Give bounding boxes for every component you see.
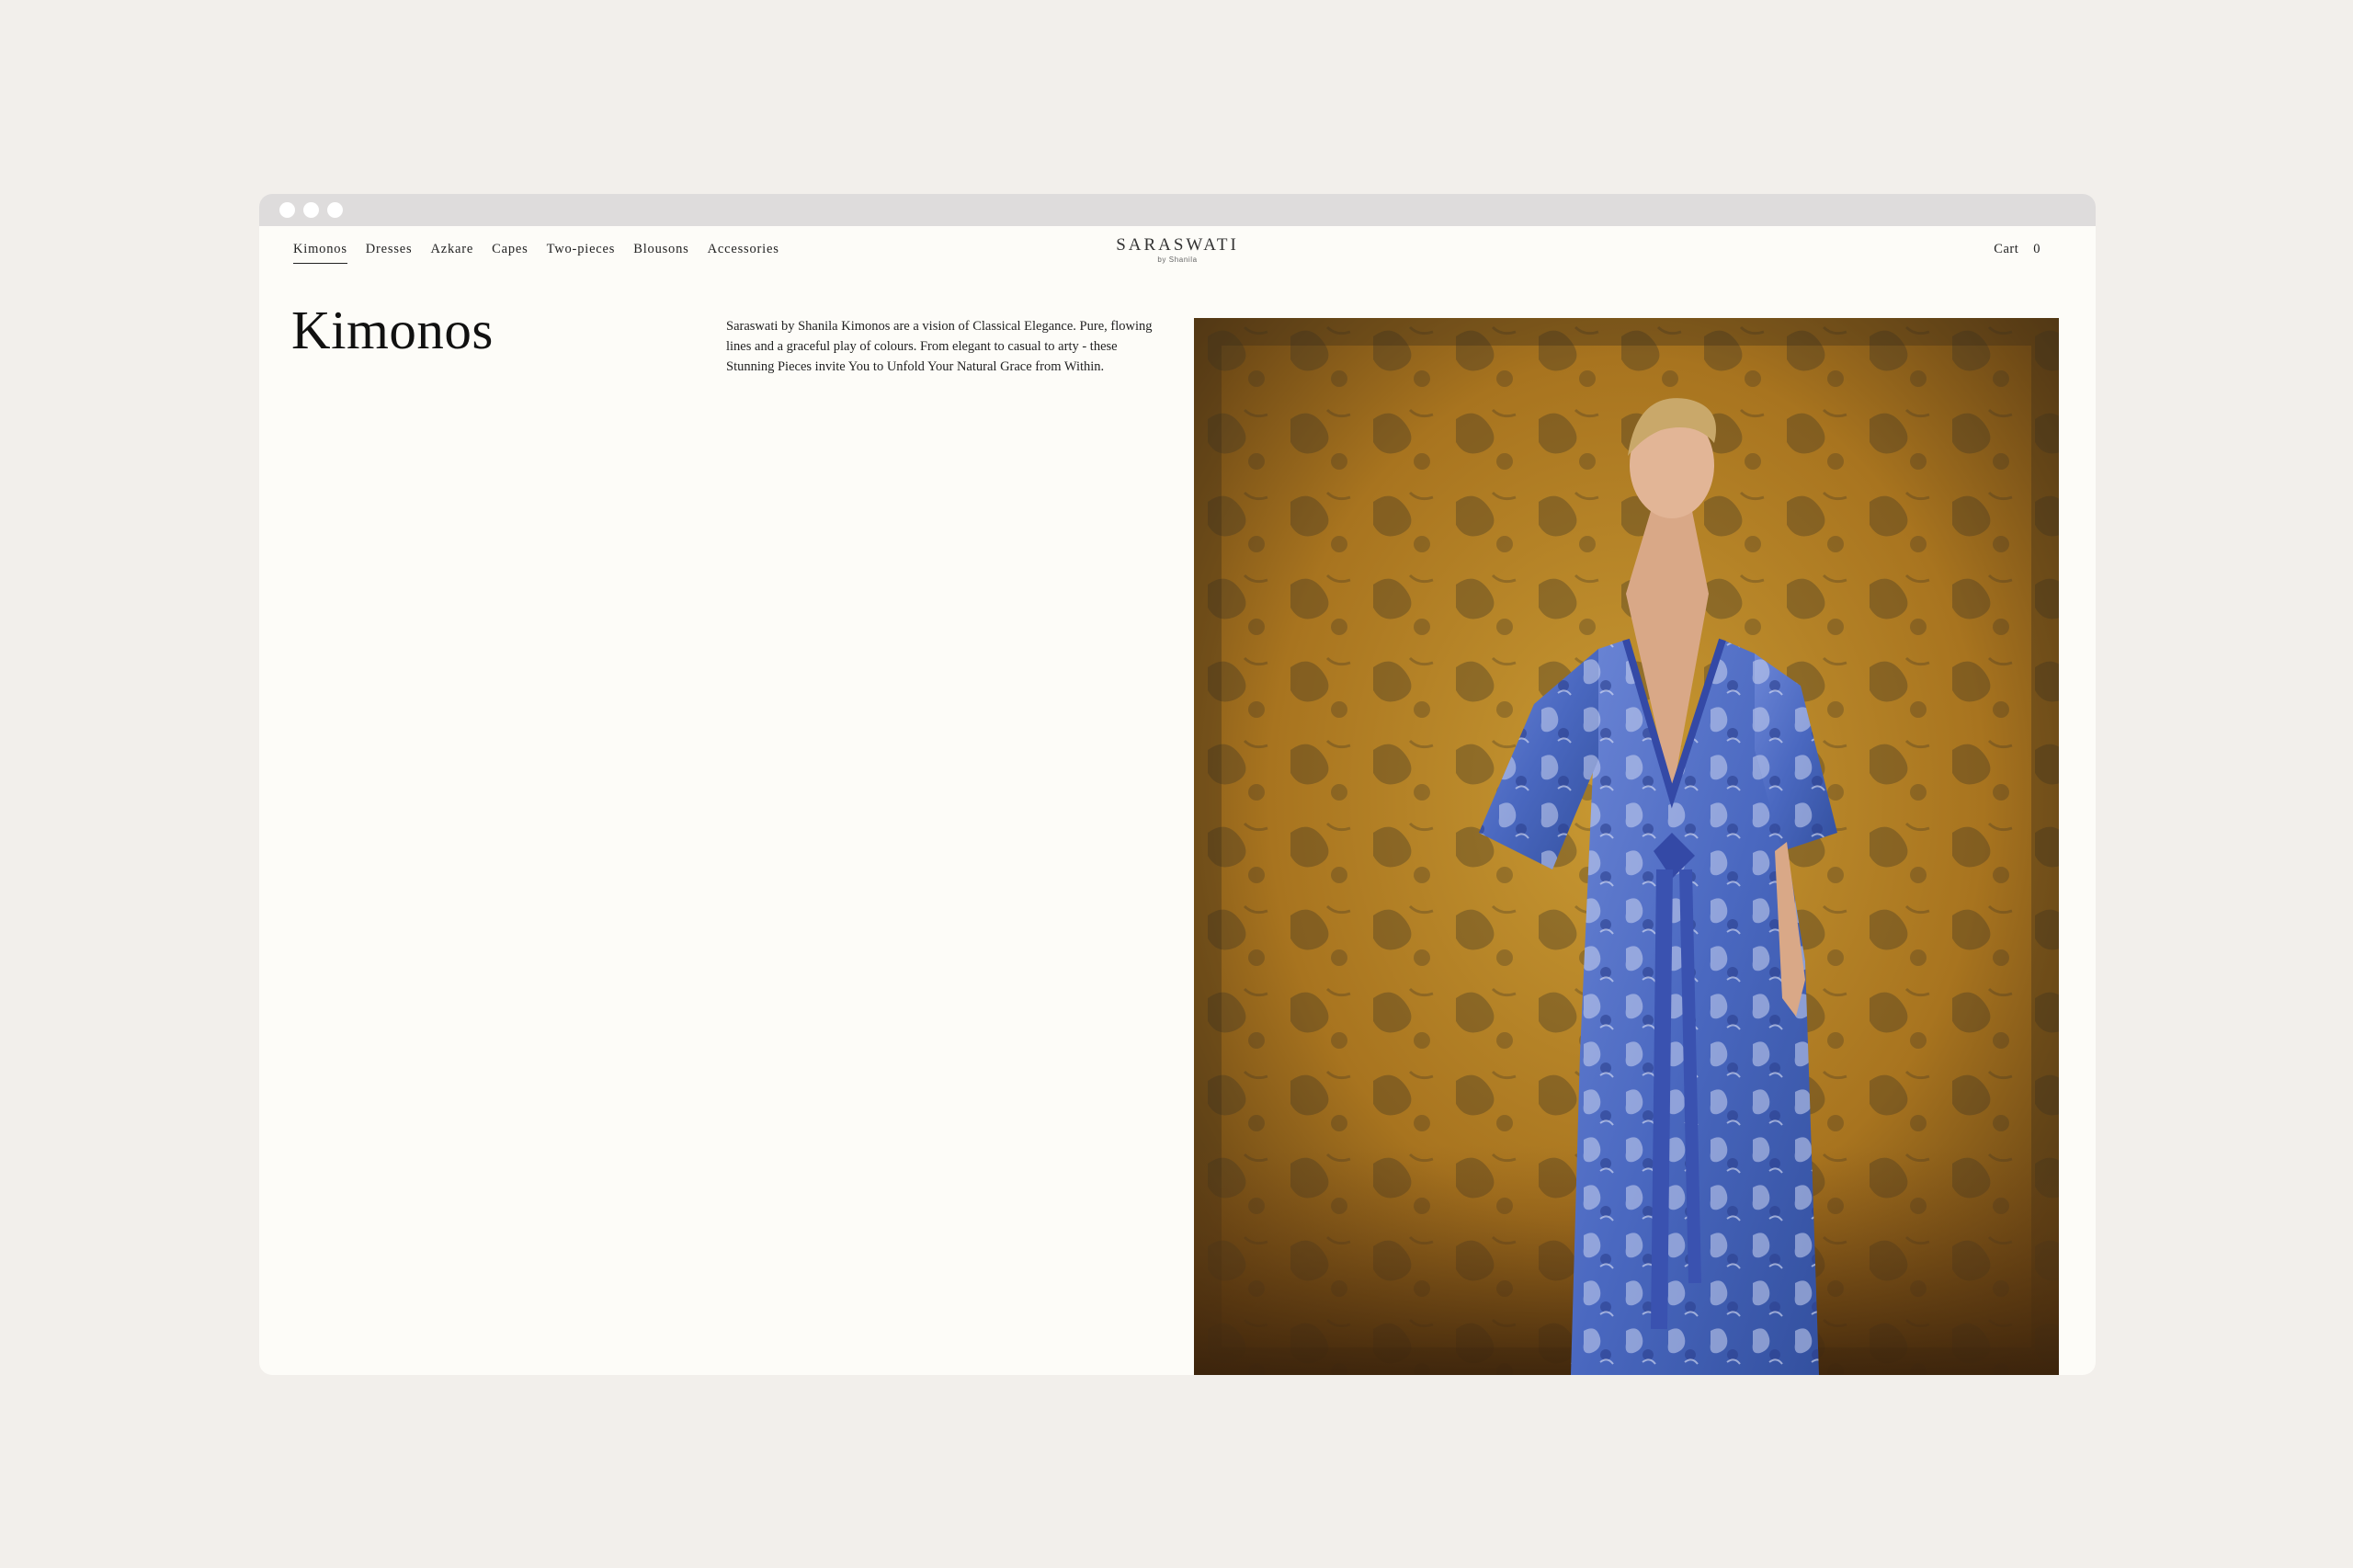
window-control-dot[interactable] — [279, 202, 295, 218]
hero-photo-illustration — [1194, 318, 2059, 1375]
logo-wordmark: SARASWATI — [1116, 235, 1239, 255]
page-title: Kimonos — [291, 300, 494, 360]
hero-image — [1194, 318, 2059, 1375]
collection-description: Saraswati by Shanila Kimonos are a visio… — [726, 319, 1153, 374]
browser-window: Kimonos Dresses Azkare Capes Two-pieces … — [259, 194, 2096, 1375]
cart-count: 0 — [2033, 242, 2040, 256]
browser-chrome-bar — [259, 194, 2096, 226]
cart-link[interactable]: Cart 0 — [1994, 242, 2040, 257]
window-control-dot[interactable] — [327, 202, 343, 218]
logo-tagline: by Shanila — [1157, 256, 1198, 264]
window-control-dot[interactable] — [303, 202, 319, 218]
brand-logo[interactable]: SARASWATI by Shanila — [259, 236, 2096, 265]
cart-label: Cart — [1994, 242, 2019, 256]
